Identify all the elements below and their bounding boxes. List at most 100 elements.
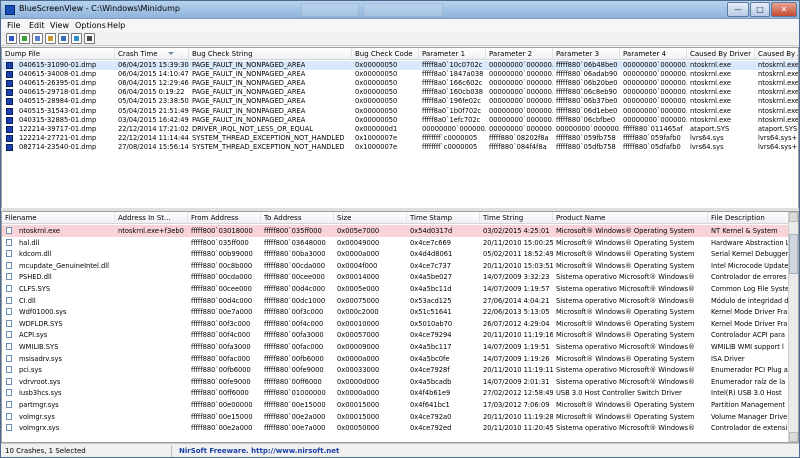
crash-cell: PAGE_FAULT_IN_NONPAGED_AREA: [192, 88, 306, 97]
driver-cell: Wdf01000.sys: [19, 308, 67, 317]
col-parameter-4[interactable]: Parameter 4: [620, 48, 687, 60]
driver-row[interactable]: ACPI.sys fffff880`00f4c000 fffff880`00fa30…: [2, 329, 798, 341]
col-filename[interactable]: Filename: [2, 212, 115, 224]
col-address-in-stack[interactable]: Address In St...: [115, 212, 188, 224]
driver-row[interactable]: partmgr.sys fffff880`00e00000 fffff880`00e…: [2, 399, 798, 411]
driver-cell: [115, 388, 188, 398]
col-crash-time[interactable]: Crash Time: [115, 48, 189, 60]
crash-list[interactable]: Dump File Crash Time Bug Check String Bu…: [1, 47, 799, 211]
driver-cell: [115, 423, 188, 433]
scroll-thumb[interactable]: [789, 234, 798, 274]
col-caused-by-driver[interactable]: Caused By Driver: [687, 48, 755, 60]
crash-cell: PAGE_FAULT_IN_NONPAGED_AREA: [192, 97, 306, 106]
col-time-stamp[interactable]: Time Stamp: [407, 212, 480, 224]
col-bug-check-string[interactable]: Bug Check String: [189, 48, 352, 60]
crash-cell: fffff880`06cbfbe0: [556, 115, 616, 124]
find-icon[interactable]: [71, 33, 82, 44]
crash-row[interactable]: 040315-32885-01.dmp 03/04/2015 16:42:49 PA…: [2, 115, 798, 125]
exit-icon[interactable]: [84, 33, 95, 44]
crash-row[interactable]: 122214-39717-01.dmp 22/12/2014 17:21:02 DR…: [2, 124, 798, 134]
driver-row[interactable]: CLFS.SYS fffff880`00cee000 fffff880`00d4c0…: [2, 283, 798, 295]
col-to-address[interactable]: To Address: [261, 212, 334, 224]
menu-bar: File Edit View Options Help: [1, 19, 799, 32]
col-size[interactable]: Size: [334, 212, 407, 224]
menu-options[interactable]: Options: [75, 21, 106, 30]
driver-row[interactable]: CI.dll fffff880`00d4c000 fffff880`00dc1000…: [2, 295, 798, 307]
driver-row[interactable]: WDFLDR.SYS fffff880`00f3c000 fffff880`00f4…: [2, 318, 798, 330]
driver-row[interactable]: pci.sys fffff880`00fb6000 fffff880`00fe900…: [2, 364, 798, 376]
driver-row[interactable]: hal.dll fffff800`035ff000 fffff800`0364800…: [2, 237, 798, 249]
menu-edit[interactable]: Edit: [29, 21, 45, 30]
driver-cell: USB 3.0 Host Controller Switch Driver: [556, 389, 682, 398]
col-dump-file[interactable]: Dump File: [2, 48, 115, 60]
copy-icon[interactable]: [32, 33, 43, 44]
driver-cell: Microsoft® Windows® Operating System: [556, 308, 695, 317]
col-time-string[interactable]: Time String: [480, 212, 553, 224]
refresh-icon[interactable]: [19, 33, 30, 44]
nirsoft-link[interactable]: NirSoft Freeware. http://www.nirsoft.net: [179, 447, 339, 455]
crash-cell: 00000000`000000...: [489, 61, 553, 69]
col-parameter-3[interactable]: Parameter 3: [553, 48, 620, 60]
driver-row[interactable]: PSHED.dll fffff880`00cda000 fffff880`00cee…: [2, 271, 798, 283]
menu-help[interactable]: Help: [107, 21, 125, 30]
scroll-up-button[interactable]: [789, 212, 798, 222]
crash-cell: ntoskrnl.exe: [758, 97, 799, 106]
crash-row[interactable]: 082714-23540-01.dmp 27/08/2014 15:56:14 SY…: [2, 143, 798, 152]
driver-file-icon: [6, 238, 12, 246]
col-file-description[interactable]: File Description: [708, 212, 798, 224]
crash-cell: 00000000`000000...: [489, 88, 553, 97]
driver-row[interactable]: WMILIB.SYS fffff880`00fa3000 fffff880`00fa…: [2, 341, 798, 353]
crash-cell: fffff880`06b20be0: [556, 79, 618, 88]
html-report-icon[interactable]: [58, 33, 69, 44]
driver-row[interactable]: mcupdate_GenuineIntel.dll fffff880`00c8b0…: [2, 260, 798, 272]
crash-cell: PAGE_FAULT_IN_NONPAGED_AREA: [192, 79, 306, 88]
app-icon: [5, 5, 15, 15]
driver-file-icon: [6, 296, 12, 304]
col-from-address[interactable]: From Address: [188, 212, 261, 224]
crash-cell: 040615-31090-01.dmp: [19, 61, 97, 69]
driver-row[interactable]: ntoskrnl.exe ntoskrnl.exe+f3eb0 fffff800`0…: [2, 225, 798, 237]
col-product-name[interactable]: Product Name: [553, 212, 708, 224]
crash-cell: 122214-39717-01.dmp: [19, 124, 97, 133]
driver-row[interactable]: kdcom.dll fffff880`00b99000 fffff880`00ba3…: [2, 248, 798, 260]
driver-cell: fffff880`00fac000: [191, 354, 251, 363]
properties-icon[interactable]: [45, 33, 56, 44]
driver-row[interactable]: Wdf01000.sys fffff880`00e7a000 fffff880`00…: [2, 306, 798, 318]
driver-row[interactable]: msisadrv.sys fffff880`00fac000 fffff880`00…: [2, 353, 798, 365]
save-icon[interactable]: [6, 33, 17, 44]
driver-cell: Sistema operativo Microsoft® Windows®: [556, 366, 695, 375]
background-tabs: [301, 3, 501, 17]
driver-cell: 0x00015000: [337, 412, 380, 421]
driver-cell: fffff880`00b99000: [191, 250, 253, 259]
menu-view[interactable]: View: [50, 21, 69, 30]
close-button[interactable]: ✕: [771, 2, 797, 17]
driver-list[interactable]: Filename Address In St... From Address T…: [1, 211, 799, 443]
title-bar[interactable]: BlueScreenView - C:\Windows\Minidump — □…: [1, 1, 799, 19]
crash-row[interactable]: 040515-28984-01.dmp 05/04/2015 23:38:50 PA…: [2, 97, 799, 106]
col-bug-check-code[interactable]: Bug Check Code: [352, 48, 419, 60]
maximize-button[interactable]: □: [750, 2, 770, 17]
crash-row[interactable]: 040615-31090-01.dmp 06/04/2015 15:39:30 PA…: [2, 61, 798, 71]
col-caused-by-address[interactable]: Caused By A: [755, 48, 798, 60]
crash-cell: ntoskrnl.exe: [690, 79, 732, 88]
driver-cell: volmgr.sys: [19, 412, 55, 421]
menu-file[interactable]: File: [7, 21, 20, 30]
driver-list-scrollbar[interactable]: [788, 212, 798, 442]
driver-cell: 17/03/2012 7:06:09: [483, 401, 550, 409]
driver-row[interactable]: volmgr.sys fffff880`00e15000 fffff880`00e2…: [2, 411, 798, 423]
col-parameter-1[interactable]: Parameter 1: [419, 48, 486, 60]
crash-row[interactable]: 122214-27721-01.dmp 22/12/2014 11:14:44 SY…: [2, 134, 798, 143]
scroll-down-button[interactable]: [789, 432, 798, 442]
driver-row[interactable]: vdrvroot.sys fffff880`00fe9000 fffff880`00…: [2, 376, 798, 388]
minimize-button[interactable]: —: [727, 2, 749, 17]
crash-row[interactable]: 040515-31543-01.dmp 05/04/2015 21:51:49 PA…: [2, 107, 798, 116]
dump-file-icon: [6, 62, 13, 69]
driver-cell: Intel(R) USB 3.0 Host: [711, 389, 782, 398]
driver-row[interactable]: volmgrx.sys fffff880`00e2a000 fffff880`00e…: [2, 422, 798, 434]
crash-row[interactable]: 040615-34008-01.dmp 06/04/2015 14:10:47 PA…: [2, 70, 798, 79]
crash-row[interactable]: 040615-29718-01.dmp 06/04/2015 0:19:22 PAG…: [2, 88, 798, 97]
col-parameter-2[interactable]: Parameter 2: [486, 48, 553, 60]
driver-file-icon: [6, 308, 12, 316]
crash-row[interactable]: 040615-26395-01.dmp 06/04/2015 12:29:46 PA…: [2, 79, 798, 88]
driver-row[interactable]: iusb3hcs.sys fffff880`00ff6000 fffff880`01…: [2, 387, 798, 399]
